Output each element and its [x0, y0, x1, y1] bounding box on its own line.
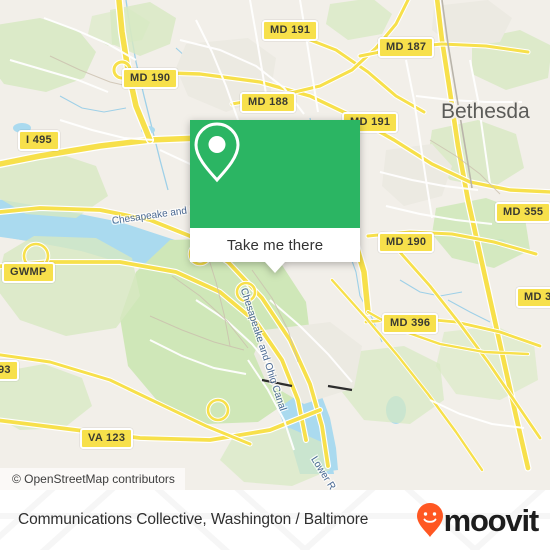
- popup-pointer: [265, 262, 285, 273]
- road-shield: MD 190: [378, 232, 435, 253]
- footer-bar: Communications Collective, Washington / …: [0, 490, 550, 550]
- popup-image-area: [190, 120, 360, 228]
- road-shield: I 495: [18, 130, 60, 151]
- road-shield: MD 191: [262, 20, 319, 41]
- road-shield: MD 187: [378, 37, 435, 58]
- road-shield: 93: [0, 360, 19, 381]
- road-shield: MD 190: [122, 68, 179, 89]
- osm-attribution-text: © OpenStreetMap contributors: [12, 472, 175, 486]
- road-shield: MD 396: [382, 313, 439, 334]
- road-shield: MD 188: [240, 92, 297, 113]
- road-shield: GWMP: [2, 262, 55, 283]
- footer-title: Communications Collective, Washington / …: [18, 511, 369, 528]
- map-canvas[interactable]: MD 191 MD 187 MD 190 MD 188 MD 191 I 495…: [0, 0, 550, 490]
- moovit-brand[interactable]: moovit: [415, 502, 540, 538]
- popup-action-label[interactable]: Take me there: [190, 228, 360, 262]
- moovit-wordmark: moovit: [443, 502, 540, 538]
- moovit-pin-icon: [416, 503, 443, 537]
- osm-attribution: © OpenStreetMap contributors: [0, 468, 185, 490]
- road-shield: MD 35: [516, 287, 550, 308]
- map-screenshot: MD 191 MD 187 MD 190 MD 188 MD 191 I 495…: [0, 0, 550, 550]
- take-me-there-popup[interactable]: Take me there: [190, 120, 360, 273]
- popup-action-text: Take me there: [226, 236, 324, 254]
- map-pin-icon: [194, 122, 240, 183]
- place-label-bethesda: Bethesda: [441, 100, 530, 123]
- road-shield: MD 355: [495, 202, 550, 223]
- road-shield: VA 123: [80, 428, 134, 449]
